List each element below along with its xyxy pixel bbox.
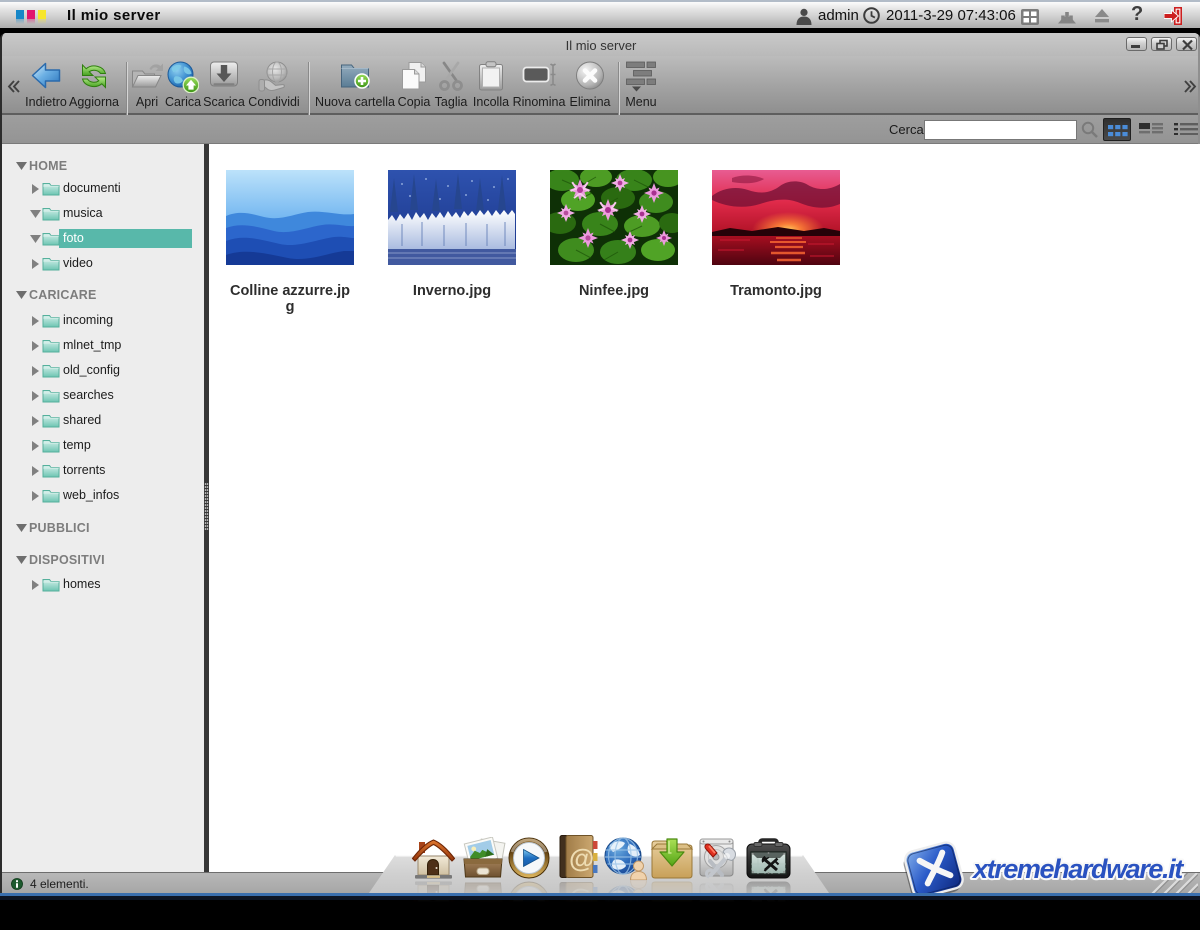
svg-text:@: @ (569, 843, 594, 873)
svg-text:@: @ (569, 887, 594, 917)
svg-text:xtremehardware.it: xtremehardware.it (971, 854, 1184, 884)
